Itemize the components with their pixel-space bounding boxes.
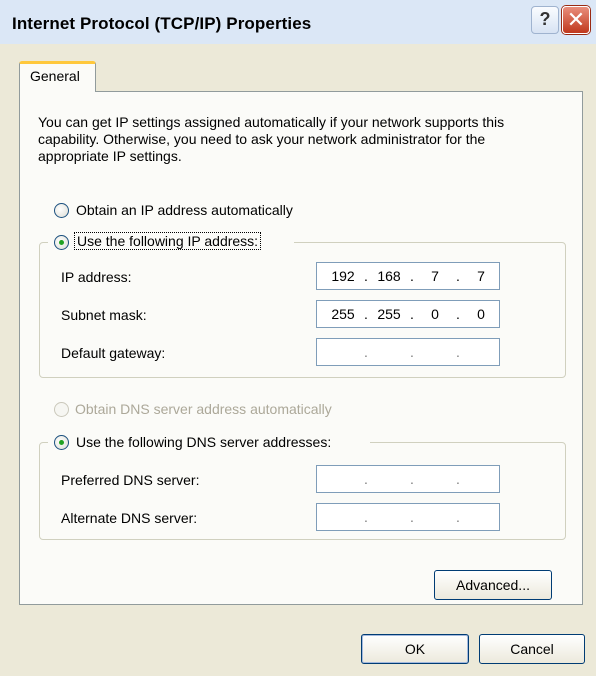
- ip-manual-label[interactable]: Use the following IP address:: [74, 232, 262, 250]
- default-gateway-field[interactable]: . . .: [316, 338, 500, 366]
- octet-dot: .: [410, 471, 414, 487]
- alternate-dns-label: Alternate DNS server:: [61, 510, 198, 526]
- ip-auto-label[interactable]: Obtain an IP address automatically: [76, 202, 293, 218]
- dns-auto-label[interactable]: Obtain DNS server address automatically: [75, 401, 332, 417]
- octet-dot: .: [456, 344, 460, 360]
- default-gateway-label: Default gateway:: [61, 345, 166, 361]
- dns-manual-label[interactable]: Use the following DNS server addresses:: [76, 434, 331, 450]
- subnet-mask-octet-4: 0: [477, 306, 485, 322]
- subnet-mask-octet-1: 255: [331, 306, 355, 322]
- ip-address-octet-4: 7: [477, 268, 485, 284]
- tcpip-properties-dialog: Internet Protocol (TCP/IP) Properties ? …: [0, 0, 596, 676]
- description-text: You can get IP settings assigned automat…: [38, 114, 505, 164]
- octet-dot: .: [410, 509, 414, 525]
- help-button[interactable]: ?: [531, 6, 559, 34]
- octet-dot: .: [456, 471, 460, 487]
- dns-auto-radio[interactable]: [54, 402, 69, 417]
- subnet-mask-octet-2: 255: [377, 306, 401, 322]
- preferred-dns-field[interactable]: . . .: [316, 465, 500, 493]
- subnet-mask-field[interactable]: 255 . 255 . 0 . 0: [316, 300, 500, 328]
- ip-manual-radio[interactable]: [54, 235, 69, 250]
- dns-manual-radio[interactable]: [54, 435, 69, 450]
- subnet-mask-label: Subnet mask:: [61, 307, 147, 323]
- octet-dot: .: [364, 471, 368, 487]
- ip-address-octet-3: 7: [431, 268, 439, 284]
- cancel-button[interactable]: Cancel: [479, 634, 585, 664]
- tab-general-label: General: [30, 68, 80, 84]
- close-icon: ✕: [566, 7, 586, 32]
- octet-dot: .: [364, 509, 368, 525]
- close-button[interactable]: ✕: [562, 6, 590, 34]
- ip-address-octet-2: 168: [377, 268, 401, 284]
- ip-address-octet-1: 192: [331, 268, 355, 284]
- advanced-button[interactable]: Advanced...: [434, 570, 552, 600]
- subnet-mask-octet-3: 0: [431, 306, 439, 322]
- octet-dot: .: [456, 509, 460, 525]
- title-bar[interactable]: Internet Protocol (TCP/IP) Properties ? …: [0, 0, 596, 44]
- help-icon: ?: [539, 9, 551, 29]
- window-title: Internet Protocol (TCP/IP) Properties: [12, 14, 312, 33]
- ip-address-label: IP address:: [61, 269, 132, 285]
- ok-button[interactable]: OK: [361, 634, 469, 664]
- alternate-dns-field[interactable]: . . .: [316, 503, 500, 531]
- ip-address-field[interactable]: 192 . 168 . 7 . 7: [316, 262, 500, 290]
- tab-general[interactable]: General: [19, 61, 96, 92]
- preferred-dns-label: Preferred DNS server:: [61, 472, 200, 488]
- ip-auto-radio[interactable]: [54, 203, 69, 218]
- octet-dot: .: [410, 344, 414, 360]
- octet-dot: .: [364, 344, 368, 360]
